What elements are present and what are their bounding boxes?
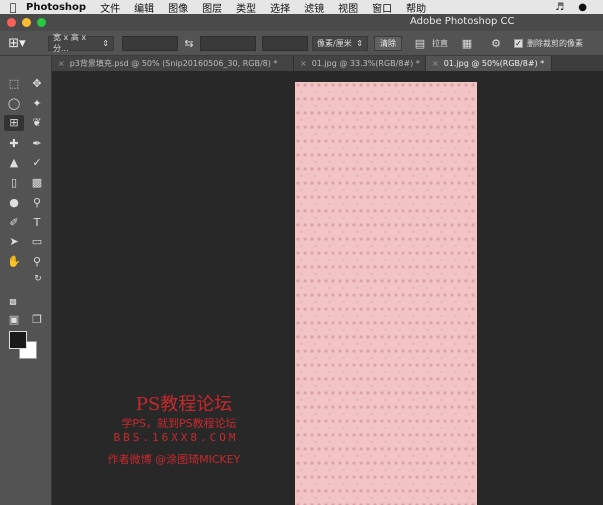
menu-view[interactable]: 视图 [338,0,358,15]
pen-tool-icon[interactable]: ✐ [4,215,24,231]
dodge-tool-icon[interactable]: ⚲ [27,195,47,211]
marquee-tool-icon[interactable]: ⬚ [4,76,24,92]
app-menu[interactable]: Photoshop [26,2,86,13]
close-tab-icon[interactable]: × [58,59,65,68]
ratio-dropdown[interactable]: 宽 x 高 x 分... ⇕ [48,33,114,53]
eraser-tool-icon[interactable]: ▯ [4,175,24,191]
tab-01-50[interactable]: × 01.jpg @ 50%(RGB/8#) * [426,56,552,71]
type-tool-icon[interactable]: T [27,215,47,231]
hand-tool-icon[interactable]: ✋ [4,254,24,270]
chevron-down-icon: ⇕ [102,38,109,48]
spot-healing-tool-icon[interactable]: ✚ [4,136,24,152]
quick-mask-icon[interactable]: ▣ [4,312,24,328]
clear-button[interactable]: 清除 [374,35,402,51]
apple-icon[interactable]:  [0,1,26,14]
delete-cropped-label: 删除裁剪的像素 [527,38,583,48]
watermark-author: 作者微博 @涂图琦MICKEY [107,453,241,466]
gradient-tool-icon[interactable]: ▩ [27,175,47,191]
unit-dropdown-label: 像素/厘米 [317,38,352,48]
menu-select[interactable]: 选择 [270,0,290,15]
mac-menu-bar:  Photoshop 文件 编辑 图像 图层 类型 选择 滤镜 视图 窗口 帮… [0,0,603,15]
window-title-bar: Adobe Photoshop CC [0,14,603,31]
chevron-down-icon: ⇕ [356,38,363,48]
zoom-window-button[interactable] [37,18,46,27]
crop-tool-icon[interactable]: ⊞ [4,115,24,131]
screen-mode-icon[interactable]: ❐ [27,312,47,328]
crop-preset-icon[interactable]: ⊞▾ [0,36,34,51]
close-window-button[interactable] [7,18,16,27]
zoom-tool-icon[interactable]: ⚲ [27,254,47,270]
overlay-grid-icon[interactable]: ▦ [454,37,480,50]
gear-icon[interactable]: ⚙ [484,37,508,50]
rectangle-tool-icon[interactable]: ▭ [27,234,47,250]
menu-window[interactable]: 窗口 [372,0,392,15]
options-bar: ⊞▾ 宽 x 高 x 分... ⇕ ⇆ 像素/厘米 ⇕ 清除 ▤ 拉直 ▦ ⚙ … [0,31,603,56]
swap-colors-icon[interactable]: ↻ [28,271,48,287]
tools-panel: ⬚ ✥ ◯ ✦ ⊞ ❦ ✚ ✒ ▲ ✓ ▯ ▩ ● ⚲ ✐ T ➤ ▭ ✋ ⚲ … [0,56,52,505]
watermark-url: BBS.16XX8.COM [113,431,239,444]
menu-help[interactable]: 帮助 [406,0,426,15]
magic-wand-tool-icon[interactable]: ✦ [27,96,47,112]
menu-layer[interactable]: 图层 [202,0,222,15]
bell-icon[interactable]: ♬ [555,2,564,13]
document-tab-bar: × p3背景填充.psd @ 50% (Snip20160506_30, RGB… [52,56,603,71]
menu-edit[interactable]: 编辑 [134,0,154,15]
delete-cropped-checkbox[interactable]: ✓ [514,38,523,48]
document-canvas[interactable] [295,82,477,505]
watermark-title: PS教程论坛 [135,394,233,415]
tab-p3-background[interactable]: × p3背景填充.psd @ 50% (Snip20160506_30, RGB… [52,56,294,71]
eyedropper-tool-icon[interactable]: ❦ [27,115,47,131]
tab-label: 01.jpg @ 50%(RGB/8#) * [443,59,545,68]
straighten-icon[interactable]: ▤ [408,37,432,50]
resolution-field[interactable] [262,35,308,51]
path-selection-tool-icon[interactable]: ➤ [4,234,24,250]
tab-label: p3背景填充.psd @ 50% (Snip20160506_30, RGB/8… [69,59,278,68]
close-tab-icon[interactable]: × [300,59,307,68]
watermark-slogan: 学PS，就到PS教程论坛 [121,417,237,430]
brush-tool-icon[interactable]: ✒ [27,136,47,152]
close-tab-icon[interactable]: × [432,59,439,68]
tab-01-33[interactable]: × 01.jpg @ 33.3%(RGB/8#) * [294,56,426,71]
default-colors-icon[interactable]: ▩ [3,294,23,310]
minimize-window-button[interactable] [22,18,31,27]
unit-dropdown[interactable]: 像素/厘米 ⇕ [312,35,368,51]
menu-type[interactable]: 类型 [236,0,256,15]
width-field[interactable] [122,35,178,51]
history-brush-tool-icon[interactable]: ✓ [27,155,47,171]
lasso-tool-icon[interactable]: ◯ [4,96,24,112]
foreground-color-swatch[interactable] [9,331,27,349]
menu-filter[interactable]: 滤镜 [304,0,324,15]
swap-dimensions-icon[interactable]: ⇆ [178,37,200,50]
qq-icon[interactable]: ● [578,2,587,13]
menu-image[interactable]: 图像 [168,0,188,15]
ratio-dropdown-label: 宽 x 高 x 分... [53,33,87,53]
window-title: Adobe Photoshop CC [410,16,515,27]
menu-file[interactable]: 文件 [100,0,120,15]
height-field[interactable] [200,35,256,51]
straighten-label[interactable]: 拉直 [432,38,448,49]
move-tool-icon[interactable]: ✥ [27,76,47,92]
blur-tool-icon[interactable]: ● [4,195,24,211]
clone-stamp-tool-icon[interactable]: ▲ [4,155,24,171]
tab-label: 01.jpg @ 33.3%(RGB/8#) * [311,59,420,68]
